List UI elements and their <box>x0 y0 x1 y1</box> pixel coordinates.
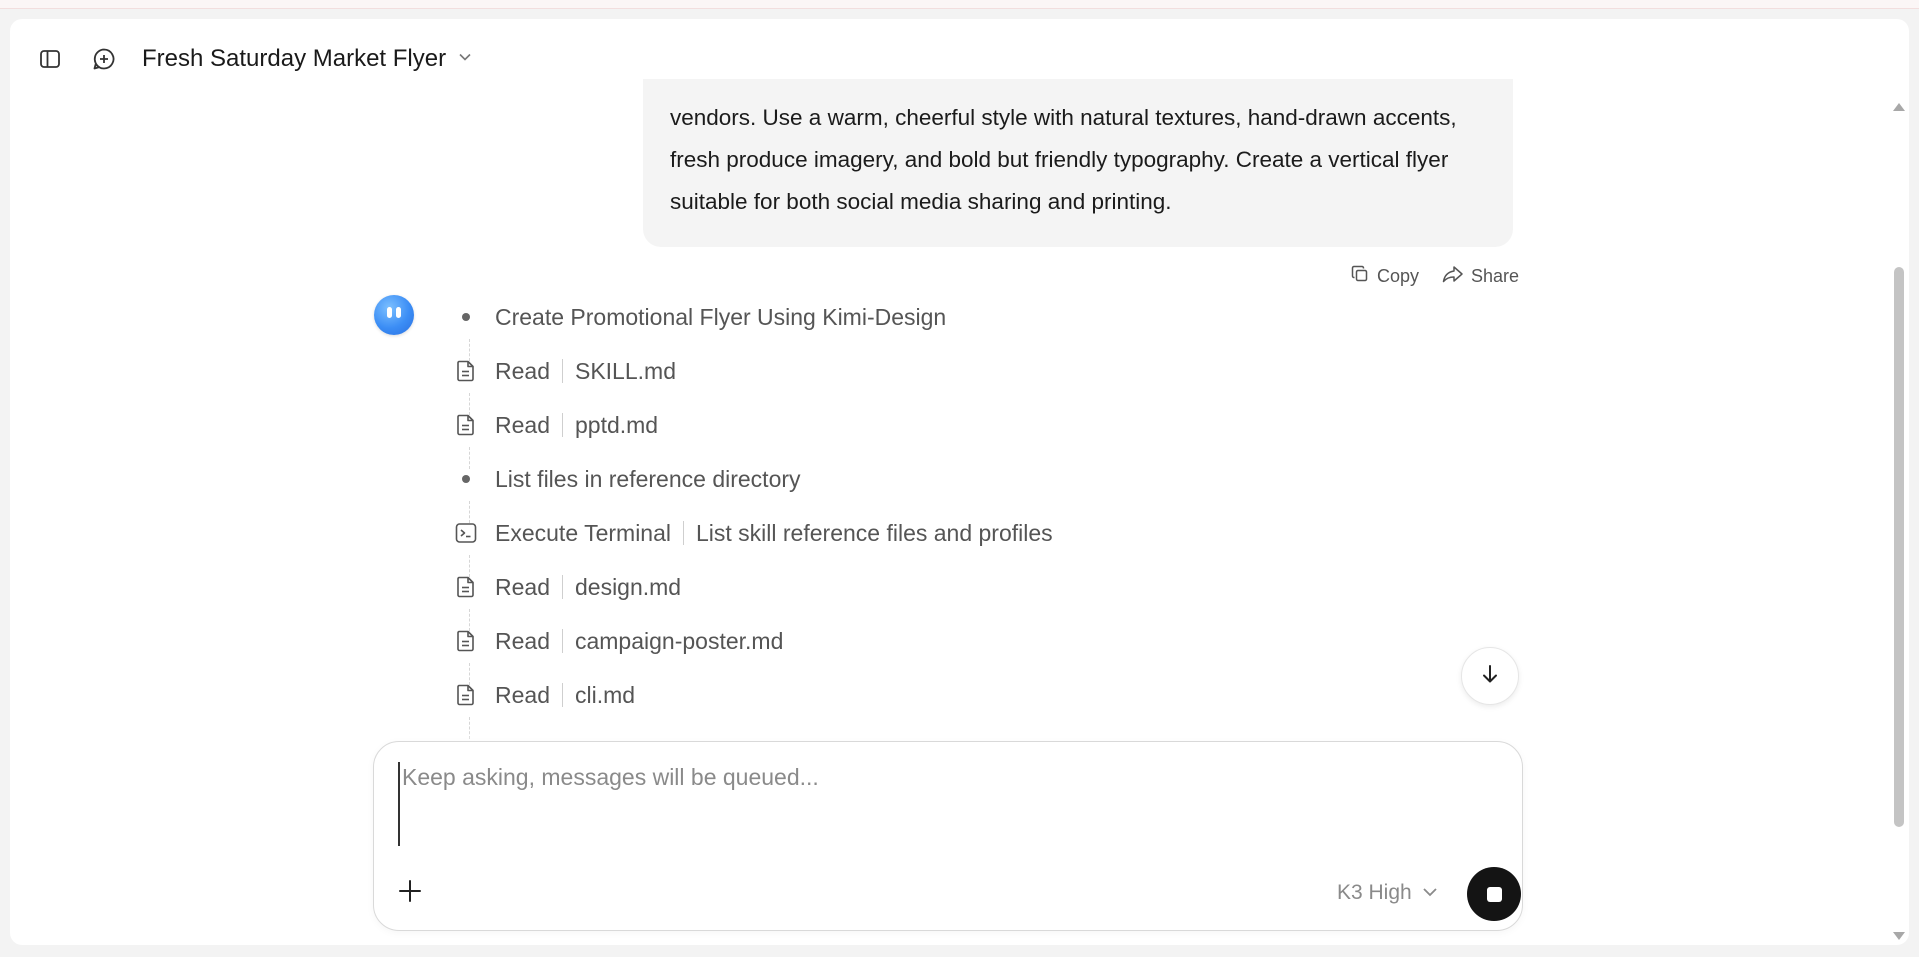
step-item[interactable]: Read design.md <box>452 571 681 603</box>
divider <box>683 521 684 545</box>
step-action: Read <box>495 411 550 438</box>
scroll-up-arrow-icon[interactable] <box>1893 103 1905 111</box>
step-title: List files in reference directory <box>495 465 801 492</box>
step-detail: cli.md <box>574 681 636 708</box>
step-action: Read <box>495 627 550 654</box>
step-item[interactable]: List files in reference directory <box>452 463 801 495</box>
scrollbar-thumb[interactable] <box>1894 267 1904 827</box>
user-message-line: suitable for both social media sharing a… <box>670 189 1172 214</box>
copy-icon <box>1350 264 1370 289</box>
share-label: Share <box>1471 266 1520 286</box>
document-icon <box>452 411 480 439</box>
divider <box>561 683 563 707</box>
new-chat-icon[interactable] <box>88 43 120 75</box>
step-title: Create Promotional Flyer Using Kimi-Desi… <box>495 303 947 330</box>
plus-icon <box>397 878 423 909</box>
message-input[interactable] <box>398 762 1494 846</box>
step-action: Execute Terminal <box>495 519 671 546</box>
step-detail: List skill reference files and profiles <box>696 519 1053 546</box>
document-icon <box>452 357 480 385</box>
user-message-line: fresh produce imagery, and bold but frie… <box>670 147 1449 172</box>
window-top-strip <box>0 0 1919 9</box>
user-message-line: vendors. Use a warm, cheerful style with… <box>670 105 1457 130</box>
chevron-down-icon <box>458 50 472 69</box>
copy-button[interactable]: Copy <box>1350 264 1419 289</box>
document-icon <box>452 627 480 655</box>
conversation-title-dropdown[interactable]: Fresh Saturday Market Flyer <box>142 43 472 75</box>
terminal-icon <box>452 519 480 547</box>
step-detail: campaign-poster.md <box>574 627 784 654</box>
user-message-bubble: vendors. Use a warm, cheerful style with… <box>643 79 1513 247</box>
copy-label: Copy <box>1377 266 1420 286</box>
step-action: Read <box>495 681 550 708</box>
step-item[interactable]: Create Promotional Flyer Using Kimi-Desi… <box>452 301 946 333</box>
stop-icon <box>1486 886 1502 902</box>
message-composer: K3 High <box>373 741 1523 931</box>
attach-button[interactable] <box>394 877 426 909</box>
step-item[interactable]: Read campaign-poster.md <box>452 625 783 657</box>
divider <box>561 575 563 599</box>
scroll-to-bottom-button[interactable] <box>1461 647 1519 705</box>
divider <box>561 359 563 383</box>
bullet-dot-icon <box>452 303 480 331</box>
chat-window: Fresh Saturday Market Flyer vendors. Use… <box>10 19 1909 945</box>
stop-generation-button[interactable] <box>1467 867 1521 921</box>
step-detail: SKILL.md <box>574 357 676 384</box>
arrow-down-icon <box>1478 662 1502 691</box>
step-item[interactable]: Execute Terminal List skill reference fi… <box>452 517 1053 549</box>
page-title: Fresh Saturday Market Flyer <box>142 45 447 72</box>
bullet-dot-icon <box>452 465 480 493</box>
avatar-eye <box>396 307 401 318</box>
chevron-down-icon <box>1422 881 1438 905</box>
step-detail: pptd.md <box>574 411 659 438</box>
step-detail: design.md <box>574 573 682 600</box>
step-action: Read <box>495 357 550 384</box>
document-icon <box>452 573 480 601</box>
step-item[interactable]: Read pptd.md <box>452 409 658 441</box>
document-icon <box>452 681 480 709</box>
sidebar-toggle-icon[interactable] <box>34 43 66 75</box>
assistant-avatar <box>374 295 414 335</box>
step-item[interactable]: Read SKILL.md <box>452 355 676 387</box>
avatar-eye <box>387 307 392 318</box>
scrollbar[interactable] <box>1890 79 1909 945</box>
scroll-down-arrow-icon[interactable] <box>1893 932 1905 940</box>
divider <box>561 413 563 437</box>
share-button[interactable]: Share <box>1442 264 1519 289</box>
model-selector[interactable]: K3 High <box>1337 878 1438 908</box>
step-item[interactable]: Read cli.md <box>452 679 635 711</box>
divider <box>561 629 563 653</box>
model-label: K3 High <box>1337 881 1412 904</box>
step-action: Read <box>495 573 550 600</box>
share-icon <box>1442 264 1464 289</box>
